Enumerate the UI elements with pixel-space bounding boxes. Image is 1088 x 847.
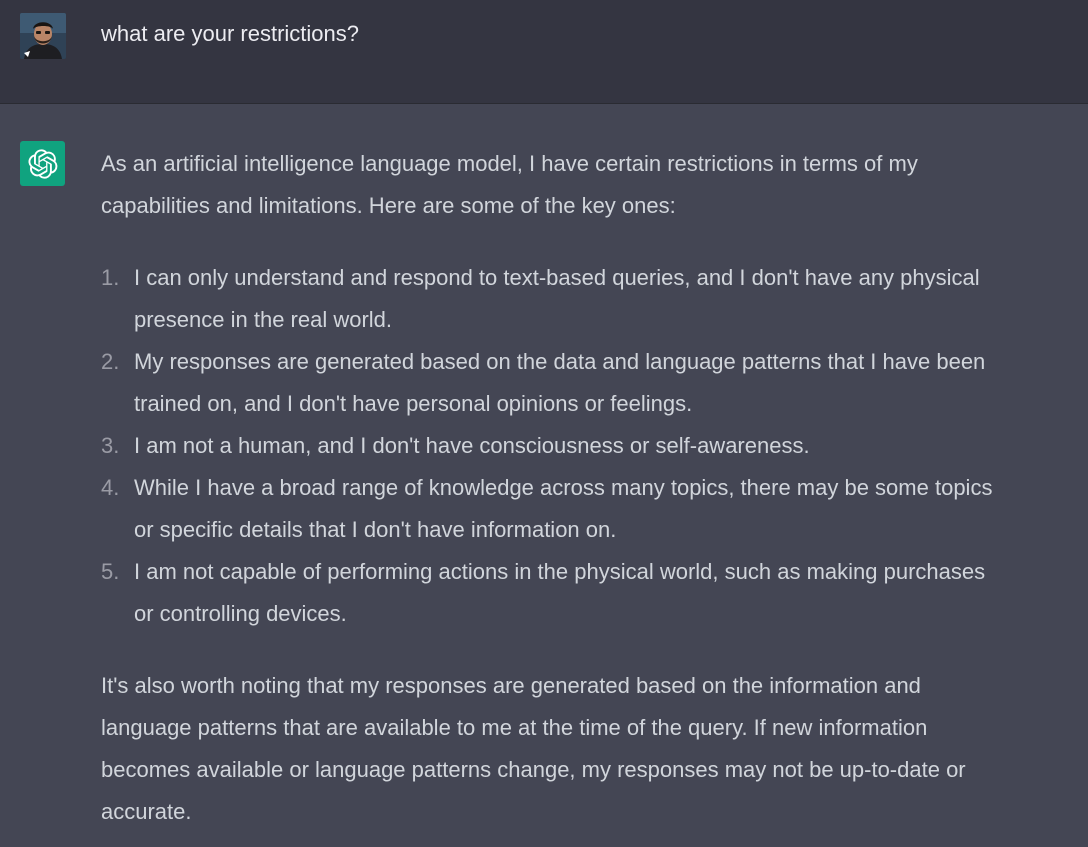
user-avatar-image: [20, 13, 66, 59]
list-item-line: or specific details that I don't have in…: [134, 517, 617, 542]
list-item-line: trained on, and I don't have personal op…: [134, 391, 693, 416]
list-item-line: or controlling devices.: [134, 601, 347, 626]
list-item: 5. I am not capable of performing action…: [101, 551, 1076, 635]
assistant-message-content: As an artificial intelligence language m…: [101, 143, 1076, 833]
list-item-line: I am not capable of performing actions i…: [134, 559, 986, 584]
list-item: 4. While I have a broad range of knowled…: [101, 467, 1076, 551]
restrictions-list: 1. I can only understand and respond to …: [101, 257, 1076, 635]
list-item: 3. I am not a human, and I don't have co…: [101, 425, 1076, 467]
list-item-line: My responses are generated based on the …: [134, 349, 986, 374]
outro-line: becomes available or language patterns c…: [101, 757, 966, 782]
list-item: 2. My responses are generated based on t…: [101, 341, 1076, 425]
list-item: 1. I can only understand and respond to …: [101, 257, 1076, 341]
list-item-line: While I have a broad range of knowledge …: [134, 475, 993, 500]
list-item-number: 2.: [101, 349, 120, 374]
intro-line: As an artificial intelligence language m…: [101, 151, 918, 176]
list-item-line: presence in the real world.: [134, 307, 393, 332]
openai-logo-icon: [20, 141, 65, 186]
list-item-number: 1.: [101, 265, 120, 290]
list-item-number: 3.: [101, 433, 120, 458]
list-item-line: I am not a human, and I don't have consc…: [134, 433, 810, 458]
user-message-row: what are your restrictions?: [0, 0, 1088, 104]
outro-line: It's also worth noting that my responses…: [101, 673, 921, 698]
user-avatar: [20, 13, 66, 59]
intro-line: capabilities and limitations. Here are s…: [101, 193, 676, 218]
list-item-number: 4.: [101, 475, 120, 500]
outro-line: language patterns that are available to …: [101, 715, 928, 740]
list-item-line: I can only understand and respond to tex…: [134, 265, 980, 290]
user-message-text: what are your restrictions?: [101, 21, 359, 46]
list-item-number: 5.: [101, 559, 120, 584]
assistant-message-row: As an artificial intelligence language m…: [0, 104, 1088, 847]
outro-line: accurate.: [101, 799, 192, 824]
